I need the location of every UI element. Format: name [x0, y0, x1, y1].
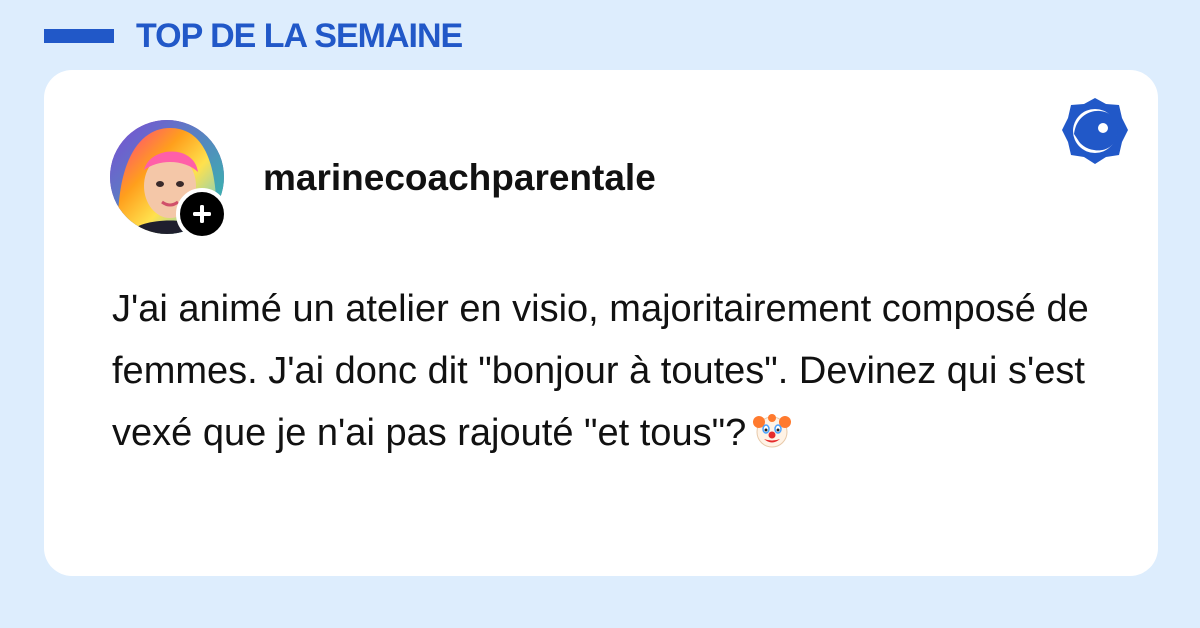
- post-body: J'ai animé un atelier en visio, majorita…: [112, 288, 1100, 454]
- avatar-container[interactable]: [110, 120, 230, 240]
- plus-icon: [193, 205, 211, 223]
- page-title: TOP DE LA SEMAINE: [136, 17, 463, 55]
- follow-button[interactable]: [176, 188, 228, 240]
- post-text: J'ai animé un atelier en visio, majorita…: [112, 278, 1122, 470]
- clown-face-icon: [752, 408, 792, 470]
- username[interactable]: marinecoachparentale: [263, 156, 656, 200]
- post-card: marinecoachparentale J'ai animé un ateli…: [44, 70, 1158, 576]
- brand-logo-icon: [1062, 98, 1128, 164]
- header-accent-bar: [44, 29, 114, 43]
